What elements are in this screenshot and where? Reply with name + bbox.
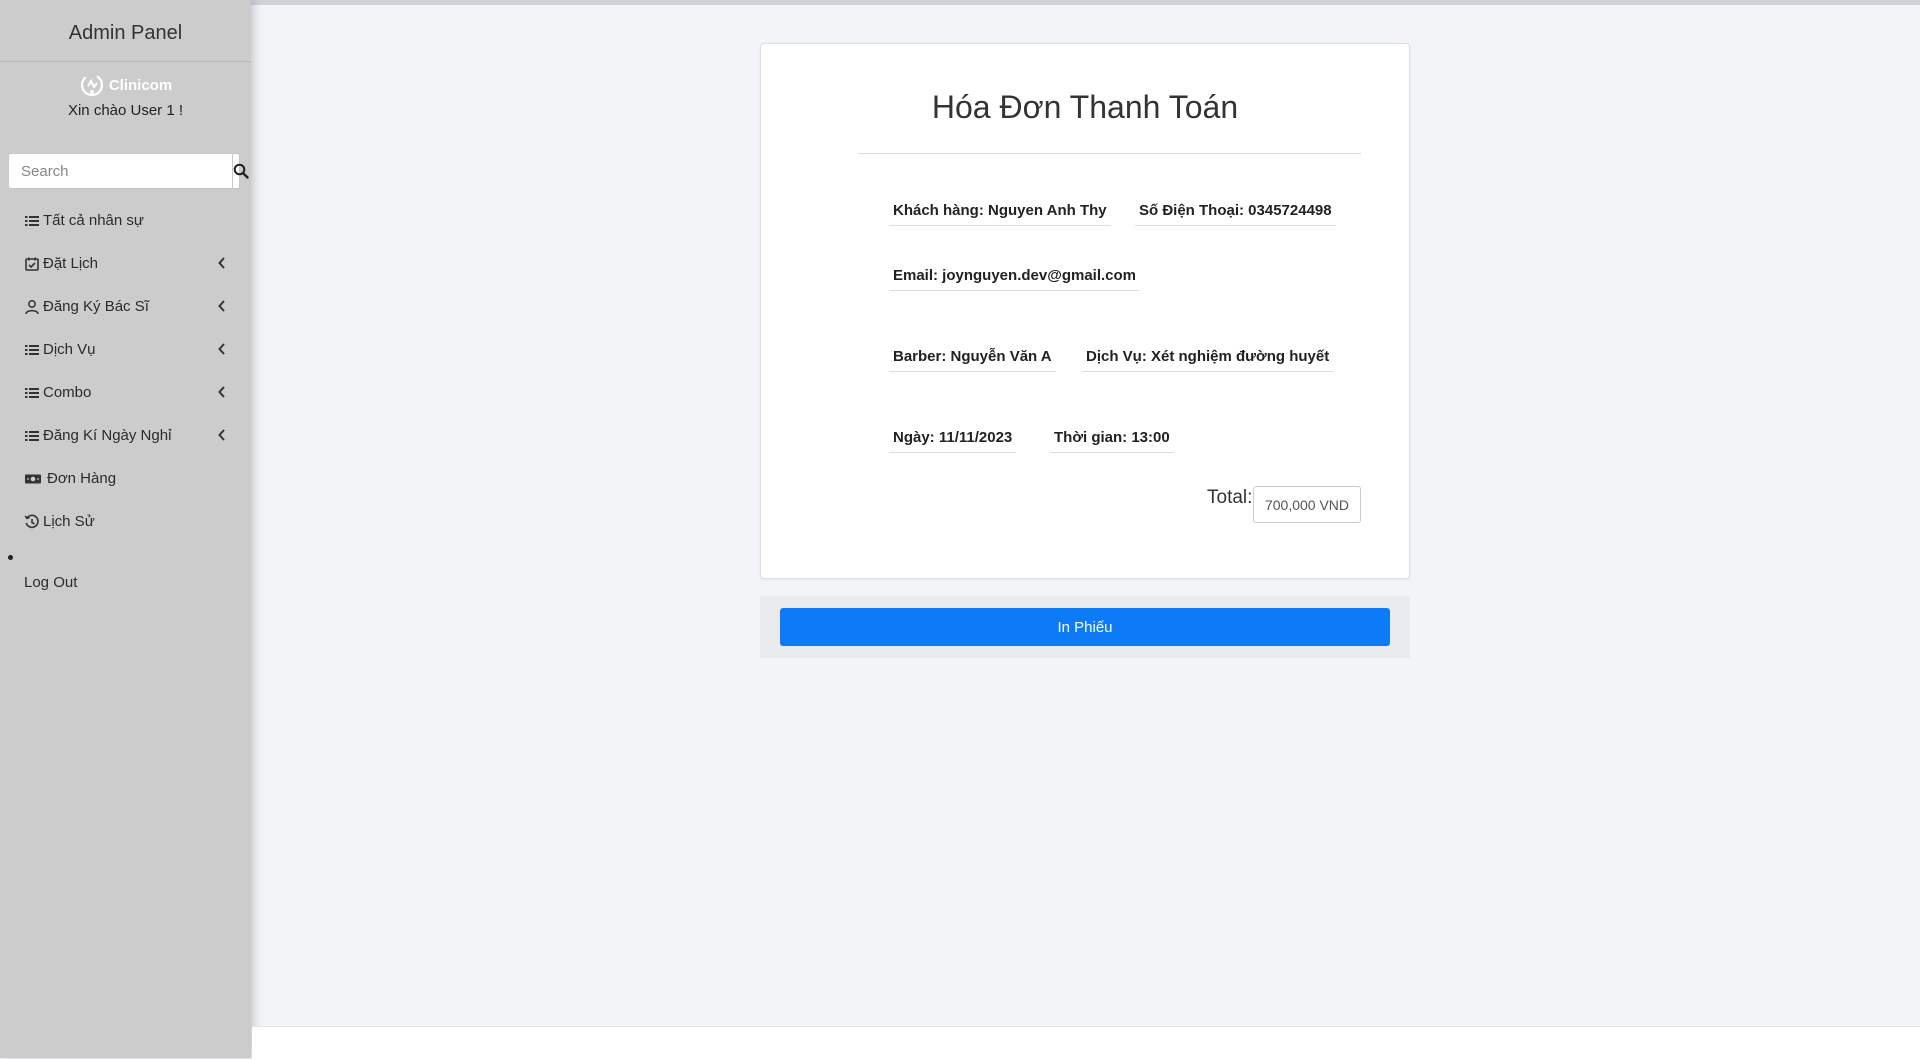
- sidebar-item-label: Đăng Ký Bác Sĩ: [43, 298, 149, 315]
- chevron-left-icon: [218, 343, 225, 355]
- chevron-left-icon: [218, 386, 225, 398]
- total-value: 700,000 VND: [1253, 486, 1361, 523]
- list-icon: [24, 213, 40, 229]
- time-field: Thời gian: 13:00: [1050, 429, 1174, 453]
- chevron-left-icon: [218, 257, 225, 269]
- print-panel: In Phiếu: [760, 596, 1410, 658]
- date-field: Ngày: 11/11/2023: [889, 429, 1017, 453]
- total-label: Total:: [1207, 487, 1253, 508]
- user-icon: [24, 299, 40, 315]
- list-icon: [24, 385, 40, 401]
- clinicom-logo-icon: [80, 73, 103, 97]
- sidebar-title: Admin Panel: [0, 0, 251, 62]
- sidebar-item-label: Dịch Vụ: [43, 341, 96, 358]
- sidebar-item-combo[interactable]: Combo: [0, 371, 251, 414]
- list-bullet: [8, 555, 13, 560]
- search-button[interactable]: [232, 154, 249, 188]
- sidebar-item-services[interactable]: Dịch Vụ: [0, 328, 251, 371]
- chevron-left-icon: [218, 429, 225, 441]
- chevron-left-icon: [218, 300, 225, 312]
- barber-field: Barber: Nguyễn Văn A: [889, 348, 1056, 372]
- sidebar-item-all-staff[interactable]: Tất cả nhân sự: [0, 199, 251, 242]
- title-divider: [859, 153, 1361, 154]
- sidebar-item-label: Tất cả nhân sự: [43, 212, 144, 229]
- email-field: Email: joynguyen.dev@gmail.com: [889, 267, 1141, 291]
- sidebar-item-orders[interactable]: Đơn Hàng: [0, 457, 251, 500]
- list-icon: [24, 428, 40, 444]
- sidebar-item-doctor-registration[interactable]: Đăng Ký Bác Sĩ: [0, 285, 251, 328]
- logout-link[interactable]: Log Out: [24, 574, 77, 591]
- search-icon: [233, 163, 249, 179]
- service-field: Dịch Vụ: Xét nghiệm đường huyết: [1082, 348, 1334, 372]
- sidebar-item-history[interactable]: Lịch Sử: [0, 500, 251, 543]
- search-box: [8, 153, 249, 189]
- footer-bar: [252, 1026, 1920, 1059]
- invoice-card: Hóa Đơn Thanh Toán Khách hàng: Nguyen An…: [760, 43, 1410, 579]
- sidebar-item-label: Đơn Hàng: [47, 470, 117, 487]
- phone-field: Số Điện Thoại: 0345724498: [1135, 202, 1336, 226]
- greeting-text: Xin chào User 1 !: [67, 102, 184, 119]
- sidebar: Admin Panel Clinicom Xin chào User 1 ! T…: [0, 0, 251, 1058]
- customer-field: Khách hàng: Nguyen Anh Thy: [889, 202, 1111, 226]
- history-icon: [24, 514, 40, 530]
- list-icon: [24, 342, 40, 358]
- sidebar-menu: Tất cả nhân sự Đặt Lịch Đăng Ký Bác Sĩ D…: [0, 199, 251, 543]
- sidebar-item-label: Lịch Sử: [43, 513, 95, 530]
- invoice-title: Hóa Đơn Thanh Toán: [931, 89, 1239, 125]
- sidebar-item-label: Đăng Kí Ngày Nghỉ: [43, 427, 172, 444]
- money-bill-icon: [24, 471, 44, 487]
- brand-logo: Clinicom: [0, 72, 251, 97]
- sidebar-item-booking[interactable]: Đặt Lịch: [0, 242, 251, 285]
- calendar-check-icon: [24, 256, 40, 272]
- sidebar-item-label: Đặt Lịch: [43, 255, 99, 272]
- top-border: [0, 0, 1920, 5]
- print-button[interactable]: In Phiếu: [780, 608, 1390, 646]
- search-input[interactable]: [9, 154, 232, 188]
- sidebar-item-leave-registration[interactable]: Đăng Kí Ngày Nghỉ: [0, 414, 251, 457]
- sidebar-item-label: Combo: [43, 384, 92, 401]
- brand-name: Clinicom: [108, 76, 173, 94]
